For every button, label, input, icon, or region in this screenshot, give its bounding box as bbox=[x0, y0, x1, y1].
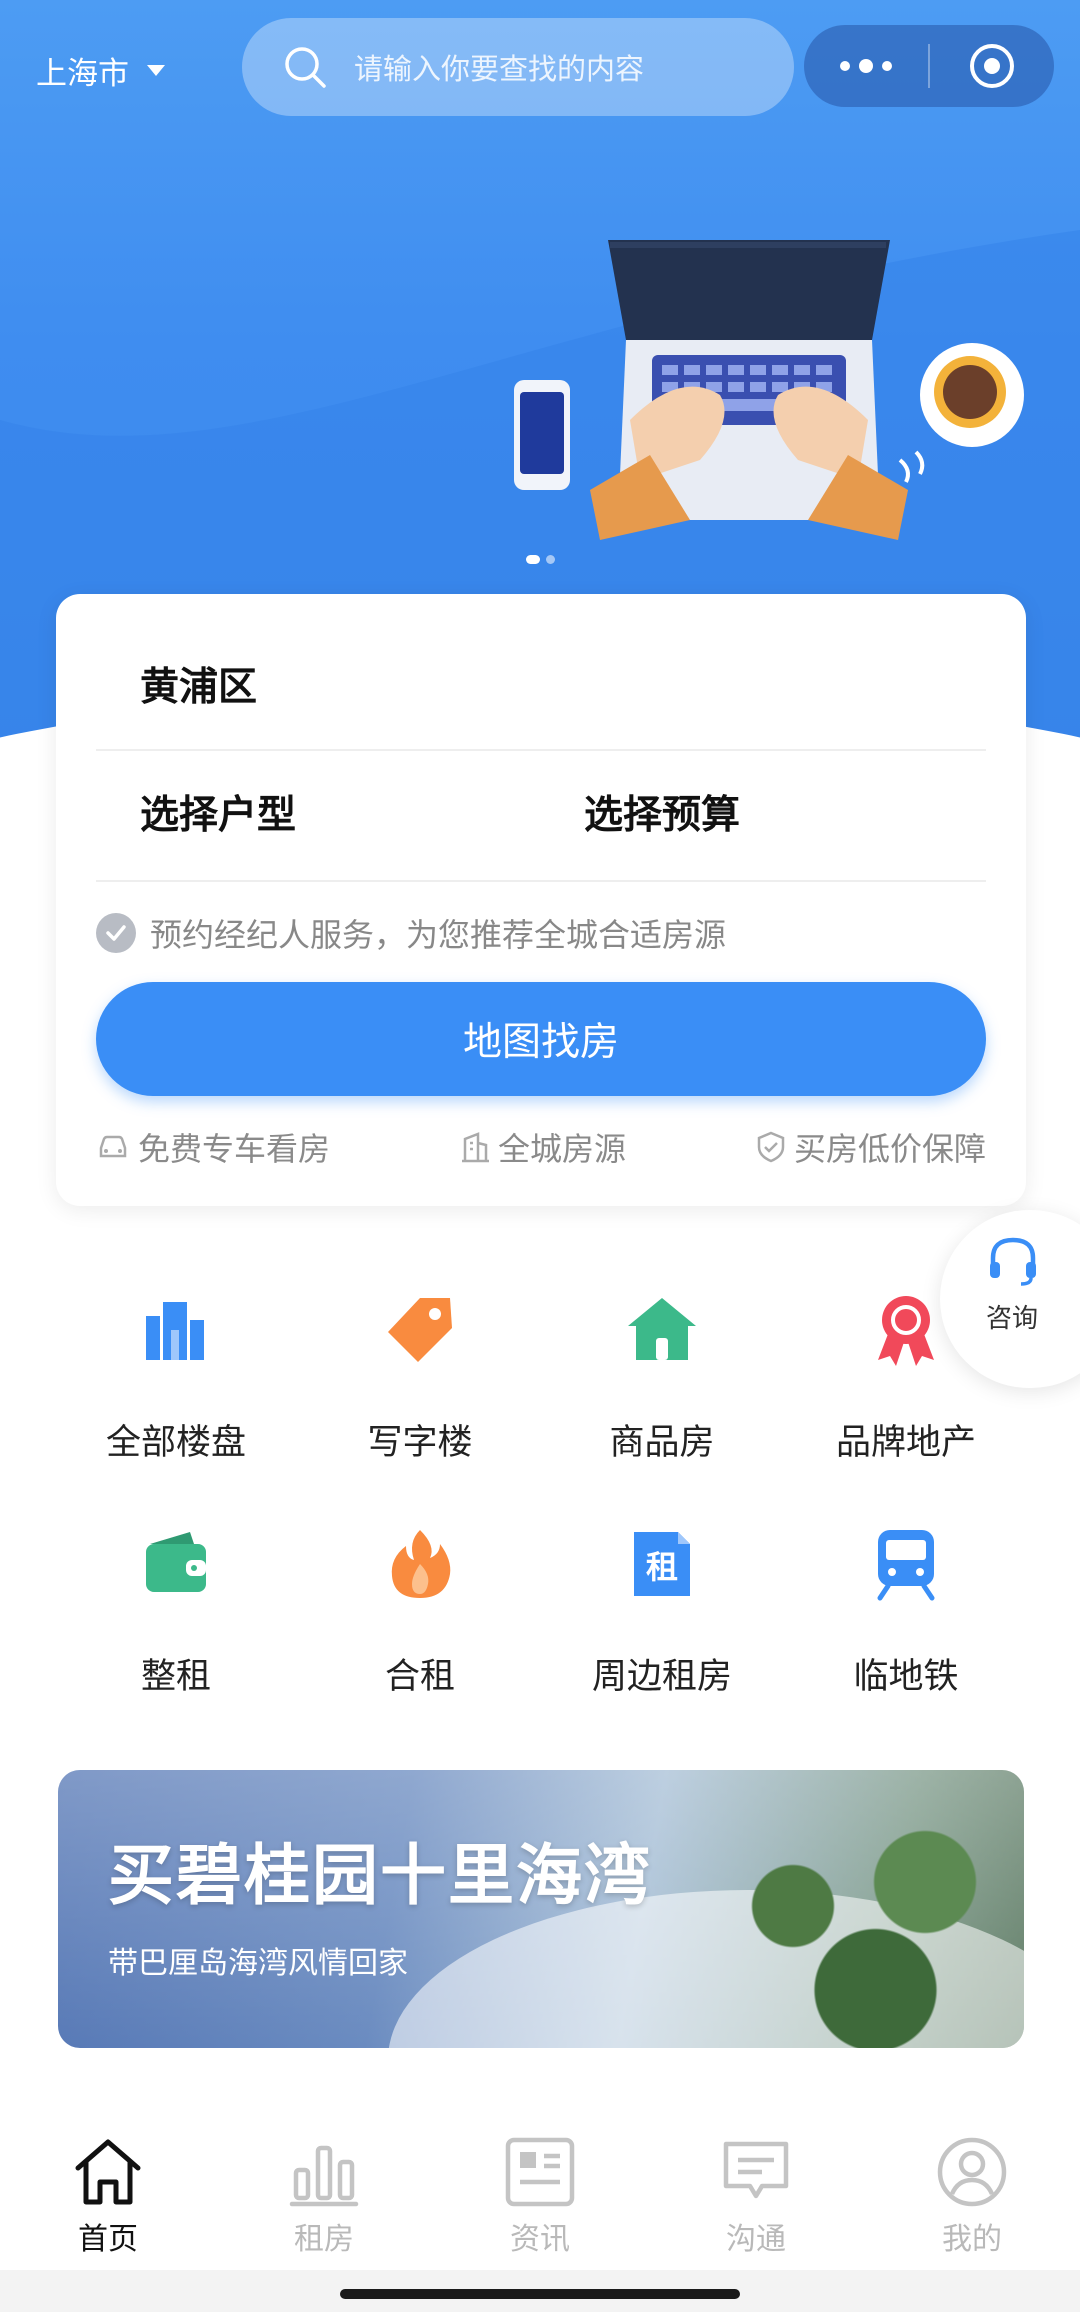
chat-icon bbox=[723, 2141, 789, 2199]
tab-profile[interactable]: 我的 bbox=[864, 2134, 1080, 2258]
dot-icon bbox=[859, 59, 873, 73]
district-selector[interactable]: 黄浦区 bbox=[140, 656, 257, 712]
feature-all-city: 全城房源 bbox=[460, 1124, 626, 1170]
news-icon bbox=[505, 2137, 575, 2207]
city-selector[interactable]: 上海市 bbox=[36, 44, 165, 96]
search-icon bbox=[285, 47, 326, 88]
tab-rent[interactable]: 租房 bbox=[216, 2134, 432, 2258]
shield-check-icon bbox=[757, 1131, 785, 1163]
home-indicator[interactable] bbox=[340, 2289, 740, 2299]
category-label: 整租 bbox=[140, 1657, 211, 1697]
category-nearby-rent[interactable]: 租 周边租房 bbox=[542, 1524, 782, 1699]
feature-label: 免费专车看房 bbox=[138, 1130, 331, 1168]
carousel-dot-active bbox=[526, 555, 540, 564]
agent-service-label: 预约经纪人服务，为您推荐全城合适房源 bbox=[150, 916, 727, 954]
category-label: 临地铁 bbox=[853, 1657, 959, 1697]
award-icon bbox=[878, 1296, 934, 1366]
city-label: 上海市 bbox=[36, 55, 129, 92]
dot-icon bbox=[882, 61, 892, 71]
category-office[interactable]: 写字楼 bbox=[300, 1290, 540, 1465]
bar-chart-icon bbox=[289, 2145, 359, 2207]
flame-icon bbox=[391, 1530, 451, 1598]
divider bbox=[96, 880, 986, 882]
category-commercial-housing[interactable]: 商品房 bbox=[542, 1290, 782, 1465]
banner-title: 买碧桂园十里海湾 bbox=[108, 1837, 652, 1914]
more-options-button[interactable] bbox=[804, 59, 928, 73]
category-label: 商品房 bbox=[609, 1423, 715, 1463]
tab-label: 我的 bbox=[942, 2222, 1002, 2257]
house-type-selector[interactable]: 选择户型 bbox=[140, 784, 296, 840]
category-shared-rent[interactable]: 合租 bbox=[300, 1524, 540, 1699]
rent-char: 租 bbox=[646, 1548, 678, 1586]
caret-down-icon bbox=[147, 64, 165, 76]
category-label: 全部楼盘 bbox=[105, 1423, 246, 1463]
category-all-buildings[interactable]: 全部楼盘 bbox=[56, 1290, 296, 1465]
category-near-subway[interactable]: 临地铁 bbox=[786, 1524, 1026, 1699]
headset-icon bbox=[990, 1237, 1036, 1286]
checkmark-icon bbox=[96, 913, 136, 953]
carousel-dot bbox=[546, 555, 555, 564]
target-icon bbox=[970, 44, 1014, 88]
category-label: 写字楼 bbox=[367, 1423, 473, 1463]
tab-label: 首页 bbox=[78, 2222, 138, 2257]
building-icon bbox=[461, 1132, 489, 1163]
tab-home[interactable]: 首页 bbox=[0, 2134, 216, 2258]
subway-icon bbox=[877, 1530, 935, 1601]
feature-label: 全城房源 bbox=[497, 1130, 626, 1168]
banner-subtitle: 带巴厘岛海湾风情回家 bbox=[108, 1946, 408, 1981]
mini-program-capsule bbox=[804, 25, 1054, 107]
feature-low-price: 买房低价保障 bbox=[756, 1124, 986, 1170]
category-brand-estate[interactable]: 品牌地产 bbox=[786, 1290, 1026, 1465]
banner-trees-image bbox=[694, 1810, 1024, 2048]
category-label: 品牌地产 bbox=[835, 1423, 976, 1463]
feature-label: 买房低价保障 bbox=[793, 1130, 986, 1168]
tab-news[interactable]: 资讯 bbox=[432, 2134, 648, 2258]
house-icon bbox=[628, 1298, 696, 1360]
house-search-card: 黄浦区 选择户型 选择预算 预约经纪人服务，为您推荐全城合适房源 地图找房 免费… bbox=[56, 594, 1026, 1206]
buildings-icon bbox=[146, 1302, 204, 1360]
search-placeholder: 请输入你要查找的内容 bbox=[354, 52, 645, 86]
tab-label: 租房 bbox=[294, 2222, 354, 2257]
service-features: 免费专车看房 全城房源 买房低价保障 bbox=[96, 1122, 986, 1172]
close-mini-program-button[interactable] bbox=[930, 41, 1054, 91]
promo-banner[interactable]: 买碧桂园十里海湾 带巴厘岛海湾风情回家 bbox=[58, 1770, 1024, 2048]
rent-doc-icon: 租 bbox=[634, 1532, 690, 1596]
tab-chat[interactable]: 沟通 bbox=[648, 2134, 864, 2258]
search-bar[interactable]: 请输入你要查找的内容 bbox=[242, 18, 794, 116]
category-label: 周边租房 bbox=[591, 1657, 732, 1697]
profile-icon bbox=[937, 2137, 1007, 2207]
budget-selector[interactable]: 选择预算 bbox=[584, 784, 740, 840]
tab-label: 沟通 bbox=[726, 2222, 786, 2257]
tab-label: 资讯 bbox=[510, 2222, 570, 2257]
divider bbox=[96, 749, 986, 751]
dot-icon bbox=[840, 61, 850, 71]
carousel-indicator bbox=[526, 555, 555, 564]
tag-icon bbox=[388, 1298, 452, 1362]
agent-service-checkbox[interactable]: 预约经纪人服务，为您推荐全城合适房源 bbox=[96, 910, 726, 956]
bottom-tab-bar: 首页 租房 资讯 沟通 我的 bbox=[0, 2110, 1080, 2260]
feature-free-car: 免费专车看房 bbox=[96, 1124, 330, 1170]
home-icon bbox=[75, 2139, 141, 2205]
wallet-icon bbox=[146, 1532, 206, 1592]
category-whole-rent[interactable]: 整租 bbox=[56, 1524, 296, 1699]
category-label: 合租 bbox=[384, 1657, 455, 1697]
map-search-button[interactable]: 地图找房 bbox=[96, 982, 986, 1096]
car-icon bbox=[99, 1135, 127, 1158]
